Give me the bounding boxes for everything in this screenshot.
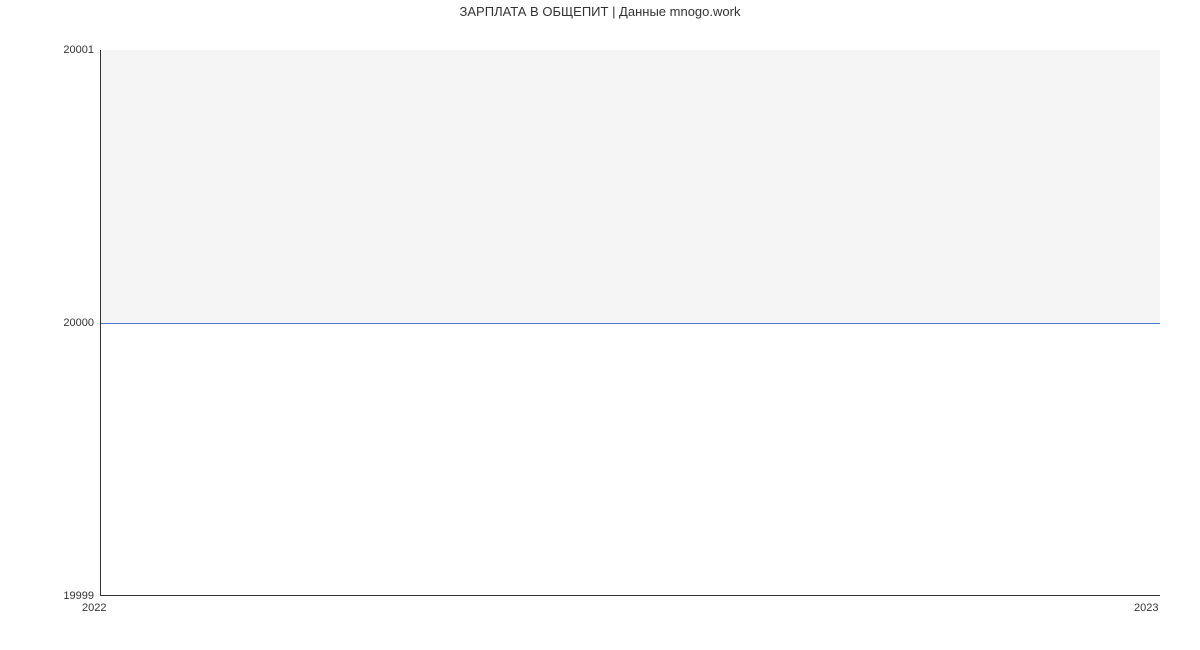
plot-area — [100, 50, 1160, 596]
series-fill — [101, 323, 1160, 596]
chart-title: ЗАРПЛАТА В ОБЩЕПИТ | Данные mnogo.work — [0, 4, 1200, 19]
chart-container: ЗАРПЛАТА В ОБЩЕПИТ | Данные mnogo.work 2… — [0, 0, 1200, 650]
y-tick-max: 20001 — [4, 44, 94, 56]
y-tick-min: 19999 — [4, 590, 94, 602]
x-tick-end: 2023 — [1134, 602, 1158, 614]
x-tick-start: 2022 — [82, 602, 106, 614]
series-line — [101, 323, 1160, 324]
y-tick-mid: 20000 — [4, 317, 94, 329]
